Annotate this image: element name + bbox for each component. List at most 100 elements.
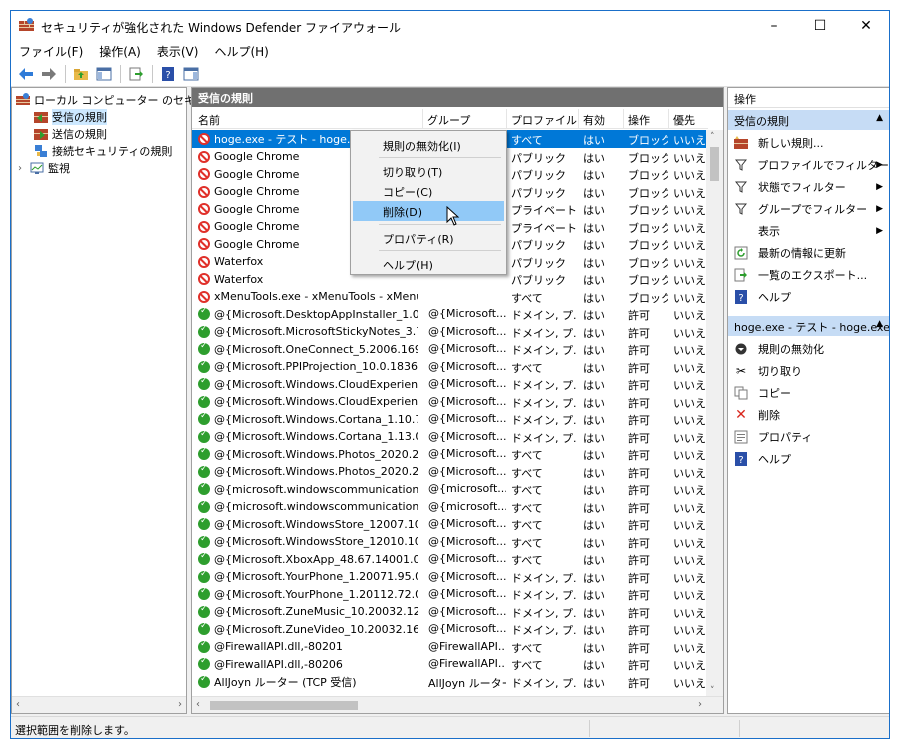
column-override[interactable]: 優先 — [669, 109, 708, 129]
action-pane-toggle-button[interactable] — [180, 63, 202, 85]
table-row[interactable]: @{Microsoft.ZuneMusic_10.20032.12611....… — [192, 603, 708, 621]
action-help-rule[interactable]: ? ヘルプ — [728, 448, 889, 470]
table-row[interactable]: AllJoyn ルーター (TCP 受信) AllJoyn ルータードメイン, プ… — [192, 673, 708, 691]
ctx-help[interactable]: ヘルプ(H) — [353, 254, 504, 274]
scroll-up-icon[interactable]: ˄ — [710, 132, 715, 142]
table-row[interactable]: @{Microsoft.MicrosoftStickyNotes_3.7.14.… — [192, 323, 708, 341]
scroll-right-icon[interactable]: › — [698, 699, 702, 710]
ctx-disable-rule[interactable]: 規則の無効化(I) — [353, 135, 504, 155]
action-delete[interactable]: ✕ 削除 — [728, 404, 889, 426]
rule-enabled-cell: はい — [583, 571, 605, 584]
table-row[interactable]: @{Microsoft.WindowsStore_12007.1001.2...… — [192, 515, 708, 533]
action-export-list[interactable]: 一覧のエクスポート... — [728, 264, 889, 286]
column-name[interactable]: 名前 — [192, 109, 423, 129]
rule-enabled-cell: はい — [583, 379, 605, 391]
menu-action[interactable]: 操作(A) — [91, 41, 149, 61]
rule-name-cell: @{Microsoft.Windows.Cortana_1.13.0.18... — [198, 430, 418, 444]
table-row[interactable]: @{Microsoft.Windows.Cortana_1.13.0.18...… — [192, 428, 708, 446]
table-row[interactable]: @{microsoft.windowscommunicationsap... @{… — [192, 498, 708, 516]
export-list-button[interactable] — [125, 63, 147, 85]
action-properties[interactable]: プロパティ — [728, 426, 889, 448]
rules-horizontal-scrollbar[interactable]: ‹ › — [192, 696, 723, 713]
rule-enabled-cell: はい — [583, 501, 605, 514]
tree-item-outbound-rules[interactable]: 送信の規則 — [34, 126, 107, 142]
tree-horizontal-scrollbar[interactable]: ‹ › — [12, 696, 186, 713]
scroll-right-icon[interactable]: › — [178, 699, 182, 710]
table-row[interactable]: @{Microsoft.Windows.CloudExperience... @{… — [192, 393, 708, 411]
action-filter-by-group[interactable]: グループでフィルター ▶ — [728, 198, 889, 220]
table-row[interactable]: @{Microsoft.PPIProjection_10.0.18362.44.… — [192, 358, 708, 376]
ctx-properties[interactable]: プロパティ(R) — [353, 228, 504, 248]
tree-item-inbound-rules[interactable]: 受信の規則 — [34, 109, 107, 125]
table-row[interactable]: @{Microsoft.DesktopAppInstaller_1.0.413.… — [192, 305, 708, 323]
expand-chevron-icon[interactable]: › — [18, 163, 30, 174]
forward-button[interactable] — [38, 63, 60, 85]
show-hide-tree-button[interactable] — [93, 63, 115, 85]
ctx-delete[interactable]: 削除(D) — [353, 201, 504, 221]
menu-view[interactable]: 表示(V) — [149, 41, 207, 61]
scroll-thumb[interactable] — [210, 701, 358, 710]
close-button[interactable]: ✕ — [843, 11, 889, 41]
ctx-cut[interactable]: 切り取り(T) — [353, 161, 504, 181]
rule-name-cell: @{Microsoft.Windows.Cortana_1.10.7.17... — [198, 412, 418, 426]
table-row[interactable]: @{Microsoft.YourPhone_1.20071.95.0_x6...… — [192, 568, 708, 586]
scroll-down-icon[interactable]: ˅ — [710, 686, 715, 696]
rule-action-cell: 許可 — [628, 554, 650, 566]
table-row[interactable]: @{Microsoft.Windows.Photos_2020.2009... @… — [192, 463, 708, 481]
rule-name-text: @{Microsoft.Windows.Photos_2020.2007... — [214, 447, 418, 461]
minimize-button[interactable]: – — [751, 11, 797, 41]
table-row[interactable]: @{Microsoft.XboxApp_48.67.14001.0_x64...… — [192, 550, 708, 568]
column-group[interactable]: グループ — [423, 109, 507, 129]
table-row[interactable]: @{Microsoft.OneConnect_5.2006.1691.0_...… — [192, 340, 708, 358]
tree-item-monitoring[interactable]: › 監視 — [18, 160, 70, 176]
submenu-arrow-icon: ▶ — [876, 204, 883, 214]
menu-file[interactable]: ファイル(F) — [11, 41, 91, 61]
rule-name-text: @{Microsoft.YourPhone_1.20112.72.0_x6... — [214, 587, 418, 601]
rule-override-cell: いいえ — [673, 554, 706, 566]
table-row[interactable]: @{Microsoft.Windows.Photos_2020.2007... @… — [192, 445, 708, 463]
menu-help[interactable]: ヘルプ(H) — [206, 41, 276, 61]
table-row[interactable]: @{Microsoft.Windows.Cortana_1.10.7.17...… — [192, 410, 708, 428]
ctx-copy[interactable]: コピー(C) — [353, 181, 504, 201]
scroll-left-icon[interactable]: ‹ — [16, 699, 20, 710]
rule-action-cell: ブロック — [628, 186, 668, 199]
action-copy[interactable]: コピー — [728, 382, 889, 404]
table-row[interactable]: @{microsoft.windowscommunicationsap... @{… — [192, 480, 708, 498]
action-disable-rule[interactable]: 規則の無効化 — [728, 338, 889, 360]
back-arrow-icon — [19, 67, 33, 80]
firewall-icon — [16, 93, 30, 105]
column-action[interactable]: 操作 — [624, 109, 669, 129]
column-enabled[interactable]: 有効 — [579, 109, 624, 129]
action-filter-by-profile[interactable]: プロファイルでフィルター ▶ — [728, 154, 889, 176]
help-button[interactable]: ? — [157, 63, 179, 85]
collapse-up-icon[interactable]: ▲ — [876, 113, 883, 123]
rule-name-text: @{microsoft.windowscommunicationsap... — [214, 482, 418, 496]
rules-vertical-scrollbar[interactable]: ˄ ˅ — [706, 130, 723, 698]
collapse-up-icon[interactable]: ▲ — [876, 319, 883, 329]
back-button[interactable] — [15, 63, 37, 85]
maximize-button[interactable]: ☐ — [797, 11, 843, 41]
up-folder-button[interactable] — [70, 63, 92, 85]
action-help[interactable]: ? ヘルプ — [728, 286, 889, 308]
table-row[interactable]: xMenuTools.exe - xMenuTools - xMenuT... す… — [192, 288, 708, 306]
table-row[interactable]: @{Microsoft.Windows.CloudExperience... @{… — [192, 375, 708, 393]
action-view[interactable]: 表示 ▶ — [728, 220, 889, 242]
action-new-rule[interactable]: 新しい規則... — [728, 132, 889, 154]
table-row[interactable]: @{Microsoft.YourPhone_1.20112.72.0_x6...… — [192, 585, 708, 603]
table-row[interactable]: @FirewallAPI.dll,-80201 @FirewallAPI... すべ… — [192, 638, 708, 656]
tree-item-connection-security[interactable]: 接続セキュリティの規則 — [34, 143, 172, 159]
table-row[interactable]: @FirewallAPI.dll,-80206 @FirewallAPI... すべ… — [192, 655, 708, 673]
actions-section-inbound[interactable]: 受信の規則 ▲ — [728, 110, 889, 130]
action-cut[interactable]: ✂ 切り取り — [728, 360, 889, 382]
action-filter-by-state[interactable]: 状態でフィルター ▶ — [728, 176, 889, 198]
actions-section-selected-rule[interactable]: hoge.exe - テスト - hoge.exe ▲ — [728, 316, 889, 336]
rule-action-cell: 許可 — [628, 466, 650, 479]
allow-rule-icon — [198, 412, 210, 425]
scroll-left-icon[interactable]: ‹ — [196, 699, 200, 710]
action-refresh[interactable]: 最新の情報に更新 — [728, 242, 889, 264]
rule-profile-cell: プライベート — [511, 221, 577, 234]
column-profile[interactable]: プロファイル — [507, 109, 579, 129]
table-row[interactable]: @{Microsoft.WindowsStore_12010.1001.3...… — [192, 533, 708, 551]
table-row[interactable]: @{Microsoft.ZuneVideo_10.20032.16211....… — [192, 620, 708, 638]
scroll-thumb[interactable] — [710, 147, 719, 181]
